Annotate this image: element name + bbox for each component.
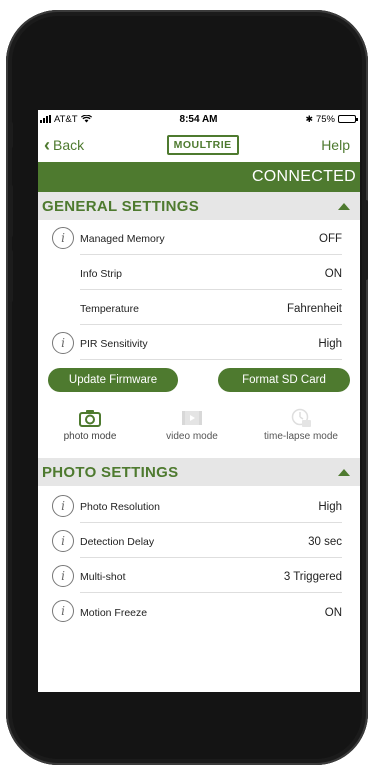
action-buttons: Update Firmware Format SD Card (38, 360, 360, 398)
status-left: AT&T (40, 114, 92, 125)
photo-mode-tab[interactable]: photo mode (38, 408, 142, 458)
setting-label: Multi-shot (80, 571, 126, 583)
moultrie-logo: MOULTRIE (166, 135, 239, 155)
setting-managed-memory[interactable]: i Managed Memory OFF (52, 220, 360, 255)
setting-temperature[interactable]: Temperature Fahrenheit (52, 290, 360, 325)
back-button[interactable]: ‹ Back (44, 136, 84, 154)
setting-label: Detection Delay (80, 536, 155, 548)
bluetooth-icon: ✱ (305, 113, 313, 124)
connection-status: CONNECTED (251, 168, 356, 185)
setting-value[interactable]: High (318, 338, 342, 350)
setting-label: Motion Freeze (80, 606, 148, 619)
volume-up-button (9, 185, 13, 237)
silent-switch (9, 122, 13, 148)
section-title: GENERAL SETTINGS (42, 197, 200, 215)
setting-value[interactable]: OFF (319, 233, 342, 245)
help-button[interactable]: Help (321, 137, 350, 153)
phone-frame: AT&T 8:54 AM ✱ 75% ‹ Back MOULTRIE Help (6, 10, 368, 765)
time-lapse-mode-tab[interactable]: time-lapse mode (242, 408, 360, 458)
general-settings-list: i Managed Memory OFF Info Strip ON Tempe… (38, 220, 360, 360)
setting-label: Info Strip (80, 268, 123, 280)
setting-label: Managed Memory (80, 233, 165, 245)
app-screen: AT&T 8:54 AM ✱ 75% ‹ Back MOULTRIE Help (38, 110, 360, 692)
mode-label: video mode (166, 431, 218, 442)
setting-motion-freeze[interactable]: i Motion Freeze ON (52, 593, 360, 628)
info-icon[interactable]: i (52, 226, 74, 249)
status-right: ✱ 75% (305, 113, 358, 125)
setting-value[interactable]: 3 Triggered (284, 571, 342, 583)
nav-bar: ‹ Back MOULTRIE Help (38, 128, 360, 162)
camera-icon (78, 408, 102, 428)
time-lapse-icon (289, 408, 313, 428)
row-content: Multi-shot 3 Triggered (80, 558, 342, 593)
video-icon (180, 408, 204, 428)
mode-selector: photo mode video mode time-lapse mode (38, 398, 360, 458)
setting-value[interactable]: High (318, 501, 342, 513)
info-icon[interactable]: i (52, 331, 74, 354)
mode-label: time-lapse mode (264, 431, 338, 442)
row-content: Photo Resolution High (80, 488, 342, 523)
setting-value[interactable]: 30 sec (308, 536, 342, 548)
general-settings-header[interactable]: GENERAL SETTINGS (38, 192, 360, 220)
setting-label: PIR Sensitivity (80, 338, 148, 350)
row-content: Motion Freeze ON (80, 593, 342, 628)
status-time: 8:54 AM (179, 113, 218, 125)
setting-pir-sensitivity[interactable]: i PIR Sensitivity High (52, 325, 360, 360)
video-mode-tab[interactable]: video mode (142, 408, 242, 458)
photo-settings-header[interactable]: PHOTO SETTINGS (38, 458, 360, 486)
collapse-arrow-icon[interactable] (338, 202, 350, 210)
signal-icon (40, 115, 51, 123)
setting-photo-resolution[interactable]: i Photo Resolution High (52, 488, 360, 523)
power-button (364, 200, 368, 280)
update-firmware-button[interactable]: Update Firmware (48, 368, 178, 392)
mode-label: photo mode (63, 431, 117, 442)
row-content: Detection Delay 30 sec (80, 523, 342, 558)
chevron-left-icon: ‹ (44, 135, 50, 155)
info-icon[interactable]: i (52, 599, 74, 622)
info-icon[interactable]: i (52, 494, 74, 517)
status-bar: AT&T 8:54 AM ✱ 75% (38, 110, 360, 128)
setting-detection-delay[interactable]: i Detection Delay 30 sec (52, 523, 360, 558)
battery-percent: 75% (315, 113, 335, 125)
setting-label: Photo Resolution (80, 501, 160, 513)
setting-multi-shot[interactable]: i Multi-shot 3 Triggered (52, 558, 360, 593)
setting-value[interactable]: ON (325, 268, 342, 280)
setting-label: Temperature (80, 303, 139, 315)
battery-icon (338, 115, 358, 123)
format-sd-card-button[interactable]: Format SD Card (218, 368, 350, 392)
volume-down-button (9, 250, 13, 302)
setting-info-strip[interactable]: Info Strip ON (52, 255, 360, 290)
connection-status-bar: CONNECTED (38, 162, 360, 192)
row-content: Temperature Fahrenheit (80, 290, 342, 325)
row-content: Managed Memory OFF (80, 220, 342, 255)
info-icon[interactable]: i (52, 529, 74, 552)
back-label: Back (53, 137, 85, 153)
collapse-arrow-icon[interactable] (338, 468, 350, 476)
section-title: PHOTO SETTINGS (42, 463, 179, 481)
wifi-icon (80, 115, 92, 123)
setting-value[interactable]: Fahrenheit (287, 303, 342, 315)
setting-value[interactable]: ON (325, 607, 342, 619)
info-icon[interactable]: i (52, 564, 74, 587)
row-content: Info Strip ON (80, 255, 342, 290)
carrier-name: AT&T (54, 113, 78, 125)
row-content: PIR Sensitivity High (80, 325, 342, 360)
photo-settings-list: i Photo Resolution High i Detection Dela… (38, 486, 360, 628)
